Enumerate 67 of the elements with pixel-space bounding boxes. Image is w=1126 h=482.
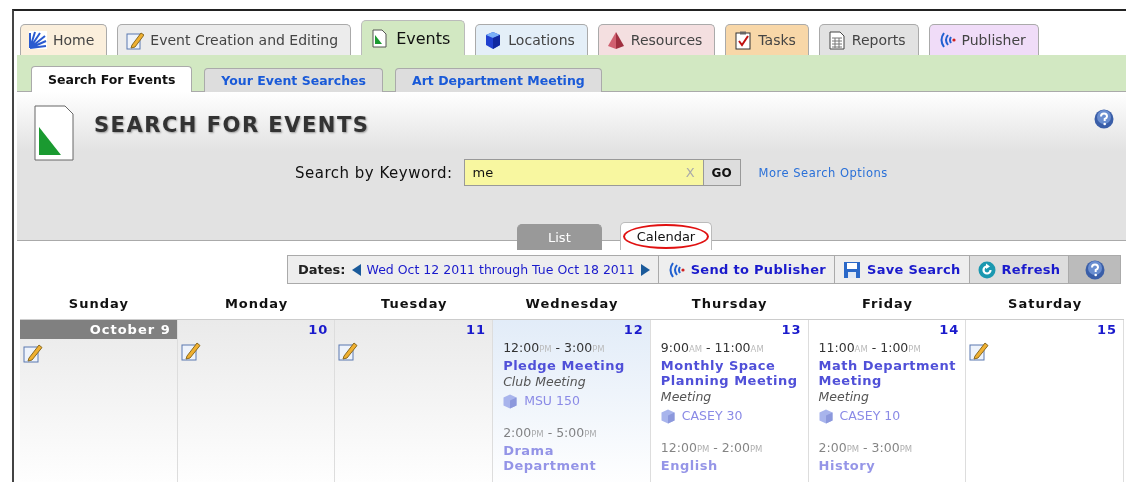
date-label: 15 [1096, 321, 1118, 337]
cube-icon [503, 393, 518, 409]
event-location: CASEY 10 [839, 407, 901, 425]
event-title-link[interactable]: Monthly Space Planning Meeting [660, 358, 808, 388]
nav-tab[interactable]: Home [20, 24, 108, 55]
more-options-link[interactable]: More Search Options [758, 165, 888, 180]
document-icon [34, 105, 74, 161]
event-location: MSU 150 [524, 392, 580, 410]
edit-icon[interactable] [338, 341, 359, 361]
refresh-button[interactable]: Refresh [969, 256, 1070, 283]
refresh-icon [977, 260, 996, 279]
search-label: Search by Keyword: [295, 163, 453, 182]
event-type: Meeting [818, 388, 869, 406]
event-title-link[interactable]: Pledge Meeting [503, 358, 625, 373]
help-icon[interactable] [1094, 109, 1114, 129]
nav-tab[interactable]: Tasks [725, 24, 809, 55]
sub-tab[interactable]: Search For Events [31, 66, 193, 92]
page-title: SEARCH FOR EVENTS [94, 113, 370, 137]
search-field[interactable]: me X [463, 159, 704, 186]
event-type: Meeting [660, 388, 712, 406]
weekday-header: Monday [223, 296, 290, 313]
date-label: 10 [308, 321, 330, 337]
report-icon [827, 30, 846, 50]
weekday-header: Saturday [1007, 296, 1084, 313]
event-time: 12:00PM - 2:00PM [660, 439, 763, 457]
nav-tab[interactable]: Reports [818, 24, 919, 55]
date-label: 12 [623, 321, 645, 337]
help-icon[interactable] [1084, 259, 1105, 280]
weekday-header: Thursday [690, 296, 769, 313]
next-arrow-icon[interactable] [640, 263, 650, 276]
cube-icon [818, 408, 833, 424]
event-time: 11:00AM - 1:00PM [818, 339, 921, 357]
edit-icon[interactable] [969, 341, 990, 361]
event-location: CASEY 30 [681, 407, 743, 425]
weekday-header: Tuesday [380, 296, 449, 313]
nav-tab[interactable]: Events [361, 20, 466, 55]
go-button[interactable]: GO [703, 159, 741, 186]
event-time: 2:00PM - 5:00PM [503, 424, 597, 442]
date-label: October 9 [20, 320, 177, 339]
nav-tab[interactable]: Event Creation and Editing [117, 24, 352, 55]
cube-icon [484, 30, 503, 50]
sub-tab[interactable]: Your Event Searches [204, 68, 383, 92]
date-label: 13 [781, 321, 803, 337]
event-time: 9:00AM - 11:00AM [660, 339, 764, 357]
edit-icon[interactable] [23, 343, 43, 363]
event-title-link[interactable]: Math Department Meeting [818, 358, 966, 388]
edit-icon[interactable] [180, 341, 201, 361]
weekday-header: Sunday [67, 296, 130, 313]
nav-tab[interactable]: Locations [475, 24, 588, 55]
event-type: Club Meeting [503, 373, 586, 391]
date-label: 11 [466, 321, 488, 337]
nav-tab[interactable]: Publisher [928, 24, 1039, 55]
date-label: 14 [939, 321, 961, 337]
previous-arrow-icon[interactable] [351, 263, 361, 276]
rays-icon [29, 30, 47, 50]
weekday-header: Wednesday [524, 296, 620, 313]
dates-label: Dates: [298, 262, 346, 277]
date-range-link[interactable]: Wed Oct 12 2011 through Tue Oct 18 2011 [366, 262, 635, 277]
event-time: 2:00PM - 3:00PM [818, 439, 913, 457]
nav-tab[interactable]: Resources [597, 24, 716, 55]
sub-tab[interactable]: Art Department Meeting [394, 68, 602, 92]
edit-icon [126, 30, 145, 50]
event-time: 12:00PM - 3:00PM [503, 339, 605, 357]
cube-icon [660, 408, 675, 424]
weekday-header: Friday [860, 296, 914, 313]
clipboard-icon [734, 30, 753, 50]
pyramid-icon [606, 30, 625, 50]
